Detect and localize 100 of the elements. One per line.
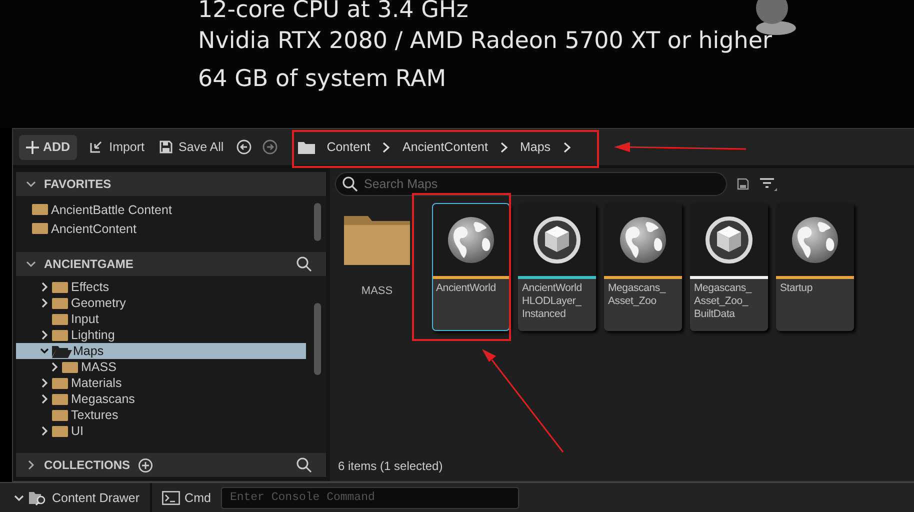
import-button[interactable]: Import <box>87 140 147 154</box>
asset-name: Megascans_ Asset_Zoo <box>607 281 667 308</box>
favorite-label: AncientBattle Content <box>51 202 172 216</box>
save-icon[interactable] <box>737 178 749 190</box>
folder-label: Effects <box>71 280 109 294</box>
folder-icon <box>32 204 48 215</box>
section-title: COLLECTIONS <box>44 458 130 472</box>
folder-label: Materials <box>71 376 122 390</box>
open-folder-icon <box>52 344 72 358</box>
asset-tile[interactable]: Megascans_ Asset_Zoo_ BuiltData <box>690 203 768 331</box>
chevron-right-icon[interactable] <box>562 142 571 152</box>
forward-icon[interactable] <box>262 139 278 155</box>
folder-tree-item[interactable]: MASS <box>16 359 281 375</box>
folder-search-icon <box>29 490 47 506</box>
breadcrumb-item[interactable]: Content <box>326 140 370 154</box>
folder-icon <box>62 362 78 372</box>
folder-label: Lighting <box>71 328 115 342</box>
folder-icon <box>52 314 68 324</box>
folder-label: Textures <box>71 408 118 422</box>
favorite-item[interactable]: AncientBattle Content <box>16 200 292 219</box>
folder-tree-item[interactable]: Geometry <box>16 295 281 311</box>
project-header[interactable]: ANCIENTGAME <box>16 252 326 276</box>
chevron-right-icon[interactable] <box>500 142 508 152</box>
asset-name: AncientWorld HLODLayer_ Instanced <box>521 281 583 321</box>
breadcrumb-item[interactable]: AncientContent <box>402 140 488 154</box>
section-title: ANCIENTGAME <box>44 257 134 271</box>
collections-header[interactable]: COLLECTIONS <box>16 453 326 477</box>
folder-label: Maps <box>73 344 104 358</box>
asset-tile[interactable]: Startup <box>776 203 854 331</box>
folder-tile[interactable]: MASS <box>338 203 416 331</box>
favorites-header[interactable]: FAVORITES <box>16 172 326 196</box>
folder-icon <box>52 426 68 436</box>
cube-icon <box>533 216 581 264</box>
asset-tile[interactable]: Megascans_ Asset_Zoo <box>604 203 682 331</box>
filter-icon[interactable] <box>759 177 777 191</box>
back-icon[interactable] <box>236 139 252 155</box>
chevron-icon[interactable] <box>40 282 49 292</box>
search-field[interactable]: Search Maps <box>335 172 727 196</box>
add-button[interactable]: ADD <box>19 134 78 160</box>
save-all-button[interactable]: Save All <box>156 140 226 154</box>
folder-tree-item[interactable]: Input <box>16 311 281 327</box>
chevron-right-icon[interactable] <box>382 142 390 152</box>
spec-text: 12-core CPU at 3.4 GHz <box>198 0 468 22</box>
folder-label: MASS <box>81 360 116 374</box>
folder-tree-item[interactable]: Textures <box>16 407 281 423</box>
terminal-icon <box>162 490 180 504</box>
asset-name: Megascans_ Asset_Zoo_ BuiltData <box>693 281 753 321</box>
chevron-icon <box>26 259 36 269</box>
breadcrumb-item[interactable]: Maps <box>520 140 551 154</box>
chevron-icon[interactable] <box>40 298 49 308</box>
chevron-icon[interactable] <box>40 330 49 340</box>
section-title: FAVORITES <box>44 177 112 191</box>
console-input[interactable]: Enter Console Command <box>220 486 519 508</box>
asset-name: Startup <box>779 281 814 295</box>
globe-icon <box>791 216 839 264</box>
scrollbar[interactable] <box>314 303 321 375</box>
chevron-icon[interactable] <box>50 362 59 372</box>
folder-tree-item[interactable]: UI <box>16 423 281 439</box>
plus-icon <box>26 140 39 154</box>
folder-label: Input <box>71 312 99 326</box>
folder-tree-item[interactable]: Lighting <box>16 327 281 343</box>
folder-label: UI <box>71 424 84 438</box>
folder-tree-item[interactable]: Materials <box>16 375 281 391</box>
scrollbar[interactable] <box>314 203 321 241</box>
asset-name: AncientWorld <box>435 281 497 295</box>
folder-tree-item[interactable]: Effects <box>16 279 281 295</box>
folder-icon <box>298 140 315 154</box>
cube-icon <box>705 216 753 264</box>
search-icon[interactable] <box>296 256 312 272</box>
favorite-label: AncientContent <box>51 222 136 236</box>
cmd-button[interactable]: Cmd <box>152 483 221 512</box>
asset-tile[interactable]: AncientWorld HLODLayer_ Instanced <box>518 203 596 331</box>
search-icon[interactable] <box>296 457 312 473</box>
content-drawer-button[interactable]: Content Drawer <box>0 483 152 512</box>
spec-text: 64 GB of system RAM <box>198 65 446 94</box>
chevron-icon <box>26 179 36 189</box>
folder-icon <box>52 330 68 340</box>
chevron-icon[interactable] <box>40 346 49 356</box>
folder-icon <box>52 378 68 388</box>
folder-tree-item[interactable]: Maps <box>16 343 306 359</box>
folder-tree-item[interactable]: Megascans <box>16 391 281 407</box>
asset-tile[interactable]: AncientWorld <box>432 203 510 331</box>
chevron-icon[interactable] <box>40 426 49 436</box>
folder-icon <box>52 410 68 420</box>
folder-label: Megascans <box>71 392 135 406</box>
item-count: 6 items (1 selected) <box>337 459 444 475</box>
add-icon[interactable] <box>138 458 153 472</box>
folder-label: Geometry <box>71 296 126 310</box>
import-icon <box>89 140 104 154</box>
folder-icon <box>344 213 410 265</box>
folder-icon <box>52 394 68 404</box>
favorite-item[interactable]: AncientContent <box>16 219 292 238</box>
spec-text: Nvidia RTX 2080 / AMD Radeon 5700 XT or higher <box>198 27 772 56</box>
folder-icon <box>32 223 48 234</box>
chevron-icon[interactable] <box>40 394 49 404</box>
chevron-icon[interactable] <box>40 378 49 388</box>
folder-icon <box>52 282 68 292</box>
globe-icon <box>447 216 495 264</box>
chevron-icon <box>14 492 24 502</box>
chevron-icon <box>26 460 36 470</box>
